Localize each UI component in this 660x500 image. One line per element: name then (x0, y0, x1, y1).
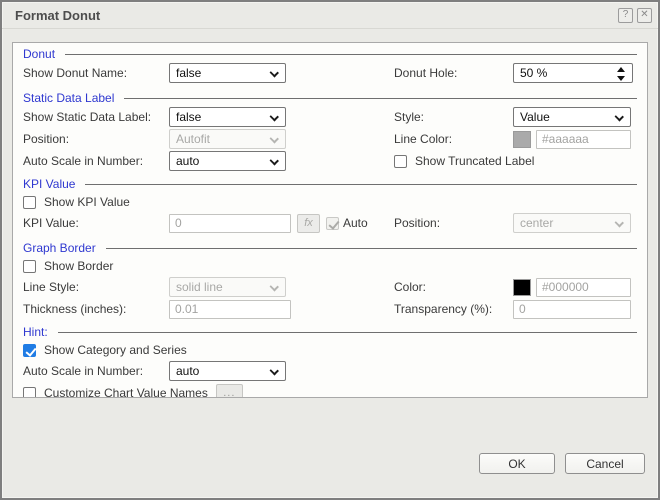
position-label: Position: (23, 132, 70, 146)
position-select: Autofit (169, 129, 286, 149)
show-border-checkbox[interactable] (23, 259, 36, 273)
line-style-select: solid line (169, 277, 286, 297)
show-kpi-value-label: Show KPI Value (44, 195, 130, 209)
section-kpi-value-legend: KPI Value (23, 176, 637, 192)
customize-chart-value-names-label: Customize Chart Value Names (44, 386, 208, 398)
section-donut-legend: Donut (23, 46, 637, 62)
chevron-down-icon (269, 366, 279, 376)
chevron-down-icon (614, 218, 624, 228)
hint-auto-scale-value: auto (176, 364, 200, 378)
row-autoscale-truncated: Auto Scale in Number: auto Show Truncate… (23, 150, 637, 172)
row-position-line-color: Position: Autofit Line Color: (23, 128, 637, 150)
format-donut-dialog: Format Donut ? ✕ Donut Show Donut Name: … (0, 0, 660, 500)
border-color-swatch[interactable] (513, 278, 531, 296)
style-label: Style: (394, 110, 425, 124)
section-static-data-label-legend: Static Data Label (23, 90, 637, 106)
chevron-down-icon (269, 282, 279, 292)
show-category-series-checkbox[interactable] (23, 343, 36, 357)
chevron-down-icon (269, 112, 279, 122)
row-kpi-value: KPI Value: fx Auto Position: center (23, 212, 637, 234)
row-show-static-data-label: Show Static Data Label: false Style: Val… (23, 106, 637, 128)
dialog-footer: OK Cancel (479, 453, 645, 474)
dialog-body-panel: Donut Show Donut Name: false Donut Hole:… (12, 42, 648, 398)
legend-divider (85, 183, 637, 185)
hint-auto-scale-select[interactable]: auto (169, 361, 286, 381)
cancel-button[interactable]: Cancel (565, 453, 645, 474)
line-color-input (536, 129, 631, 149)
hint-auto-scale-label: Auto Scale in Number: (23, 364, 144, 378)
close-icon[interactable]: ✕ (637, 7, 652, 23)
row-line-style-color: Line Style: solid line Color: (23, 276, 637, 298)
show-static-data-label-label: Show Static Data Label: (23, 110, 152, 124)
show-static-data-label-select[interactable]: false (169, 107, 286, 127)
auto-scale-label: Auto Scale in Number: (23, 154, 144, 168)
legend-divider (105, 247, 637, 249)
kpi-auto-label: Auto (343, 216, 368, 230)
dialog-title: Format Donut (15, 7, 101, 23)
kpi-position-value: center (520, 216, 554, 230)
show-truncated-label-checkbox[interactable] (394, 154, 407, 168)
position-value: Autofit (176, 132, 211, 146)
section-graph-border-legend: Graph Border (23, 240, 637, 256)
style-value: Value (520, 110, 550, 124)
kpi-value-label: KPI Value: (23, 216, 79, 230)
show-donut-name-value: false (176, 66, 202, 80)
row-customize-names: Customize Chart Value Names ... (23, 382, 637, 398)
chevron-down-icon (269, 156, 279, 166)
spinner-up-down-icon[interactable] (617, 67, 626, 81)
legend-divider (65, 53, 637, 55)
donut-hole-spinner[interactable]: 50 % (513, 63, 633, 83)
auto-scale-value: auto (176, 154, 200, 168)
border-color-label: Color: (394, 280, 427, 294)
show-category-series-label: Show Category and Series (44, 343, 187, 357)
section-graph-border-title: Graph Border (23, 241, 96, 255)
style-select[interactable]: Value (513, 107, 631, 127)
line-color-swatch[interactable] (513, 130, 531, 148)
row-thickness-transparency: Thickness (inches): Transparency (%): (23, 298, 637, 320)
chevron-down-icon (269, 134, 279, 144)
more-options-button: ... (215, 384, 243, 397)
line-color-label: Line Color: (394, 132, 453, 146)
donut-hole-value: 50 % (520, 66, 548, 80)
line-style-value: solid line (176, 280, 223, 294)
customize-chart-value-names-checkbox[interactable] (23, 386, 36, 397)
show-kpi-value-checkbox[interactable] (23, 195, 36, 209)
row-show-border: Show Border (23, 258, 637, 274)
kpi-value-input (169, 213, 291, 233)
show-truncated-label-label: Show Truncated Label (415, 154, 535, 168)
section-donut-title: Donut (23, 47, 56, 61)
row-show-category-series: Show Category and Series (23, 342, 637, 358)
show-border-label: Show Border (44, 259, 114, 273)
legend-divider (124, 97, 637, 99)
transparency-label: Transparency (%): (394, 302, 493, 316)
thickness-input (169, 299, 291, 319)
kpi-auto-checkbox (326, 216, 339, 230)
thickness-label: Thickness (inches): (23, 302, 127, 316)
show-donut-name-select[interactable]: false (169, 63, 286, 83)
section-hint-legend: Hint: (23, 324, 637, 340)
fx-formula-button: fx (297, 213, 320, 233)
help-icon[interactable]: ? (618, 7, 633, 23)
line-style-label: Line Style: (23, 280, 80, 294)
section-hint-title: Hint: (23, 325, 48, 339)
show-static-data-label-value: false (176, 110, 202, 124)
chevron-down-icon (269, 68, 279, 78)
transparency-input (513, 299, 631, 319)
chevron-down-icon (614, 112, 624, 122)
section-kpi-value-title: KPI Value (23, 177, 76, 191)
kpi-position-label: Position: (394, 216, 441, 230)
row-hint-autoscale: Auto Scale in Number: auto (23, 360, 637, 382)
show-donut-name-label: Show Donut Name: (23, 66, 128, 80)
row-show-kpi-value: Show KPI Value (23, 194, 637, 210)
kpi-position-select: center (513, 213, 631, 233)
dialog-titlebar: Format Donut ? ✕ (2, 2, 658, 29)
donut-hole-label: Donut Hole: (394, 66, 458, 80)
ok-button[interactable]: OK (479, 453, 555, 474)
legend-divider (57, 331, 637, 333)
border-color-input (536, 277, 631, 297)
section-static-data-label-title: Static Data Label (23, 91, 115, 105)
row-show-donut-name: Show Donut Name: false Donut Hole: 50 % (23, 62, 637, 84)
auto-scale-select[interactable]: auto (169, 151, 286, 171)
